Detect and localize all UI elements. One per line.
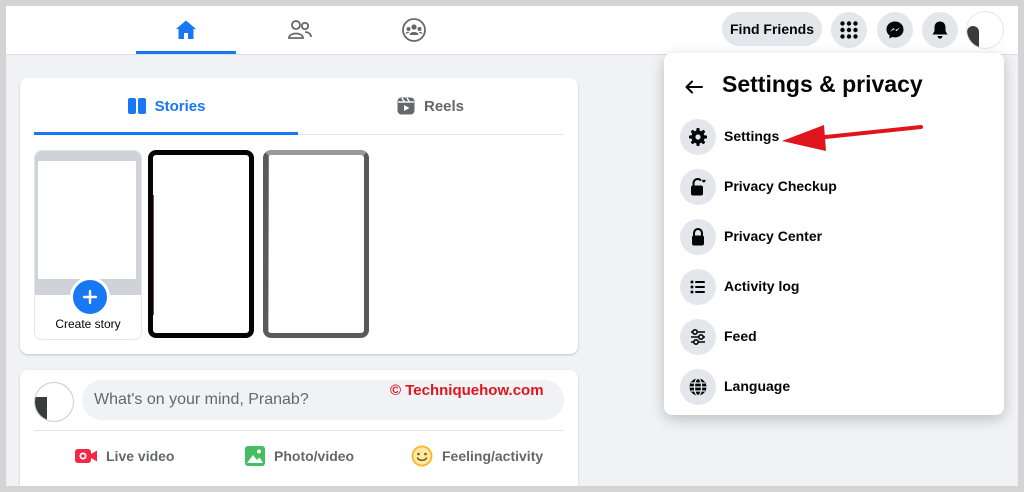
add-story-button[interactable] (70, 277, 110, 317)
list-icon (680, 269, 716, 305)
live-video-label: Live video (106, 448, 175, 464)
tab-reels[interactable]: Reels (298, 78, 562, 134)
menu-item-activity-log[interactable]: Activity log (672, 265, 996, 309)
feeling-activity-button[interactable]: Feeling/activity (410, 436, 543, 476)
notifications-bell-icon (932, 21, 948, 39)
menu-item-label: Settings (724, 128, 780, 144)
back-arrow-icon (685, 80, 703, 94)
nav-tab-friends[interactable] (250, 6, 350, 54)
create-story-card[interactable]: Create story (34, 150, 142, 340)
story-thumbnail-edge (153, 195, 154, 315)
photo-video-label: Photo/video (274, 448, 355, 464)
photo-video-icon (245, 446, 265, 466)
profile-avatar-button[interactable] (966, 11, 1004, 49)
top-navigation-bar: Find Friends (6, 6, 1018, 55)
profile-photo-thumbnail (35, 151, 141, 295)
nav-tab-groups[interactable] (364, 6, 464, 54)
tab-stories[interactable]: Stories (34, 78, 298, 135)
find-friends-button[interactable]: Find Friends (722, 12, 822, 46)
menu-title: Settings & privacy (722, 71, 923, 97)
menu-item-label: Activity log (724, 278, 800, 294)
back-button[interactable] (680, 73, 708, 101)
settings-privacy-menu: Settings & privacy Settings Privacy Chec… (664, 53, 1004, 415)
menu-item-label: Language (724, 378, 791, 394)
friends-icon (288, 20, 312, 39)
menu-item-label: Feed (724, 328, 757, 344)
menu-item-privacy-center[interactable]: Privacy Center (672, 215, 996, 259)
menu-item-feed[interactable]: Feed (672, 315, 996, 359)
nav-tab-home[interactable] (136, 6, 236, 54)
messenger-button[interactable] (877, 12, 913, 48)
tab-stories-label: Stories (154, 97, 206, 115)
feeling-emoji-icon (411, 445, 433, 467)
groups-icon (402, 18, 426, 42)
story-card[interactable] (263, 150, 369, 338)
plus-icon (82, 289, 98, 305)
divider (34, 430, 564, 431)
messenger-icon (886, 21, 904, 39)
sliders-icon (680, 319, 716, 355)
menu-button[interactable] (831, 12, 867, 48)
feeling-activity-label: Feeling/activity (442, 448, 544, 464)
avatar (34, 382, 74, 422)
stories-tab-bar: Stories Reels (34, 78, 564, 135)
notifications-button[interactable] (922, 12, 958, 48)
annotation-arrow (782, 125, 923, 151)
photo-video-button[interactable]: Photo/video (244, 436, 354, 476)
menu-item-label: Privacy Checkup (724, 178, 837, 194)
stories-book-icon (127, 98, 146, 114)
gear-icon (680, 119, 716, 155)
live-video-button[interactable]: Live video (74, 436, 174, 476)
lock-heart-icon (680, 169, 716, 205)
live-video-icon (75, 449, 97, 463)
stories-card: Stories Reels Create story (20, 78, 578, 354)
tab-reels-label: Reels (423, 97, 465, 115)
home-icon (176, 20, 196, 39)
menu-item-language[interactable]: Language (672, 365, 996, 409)
story-thumbnail-edge (268, 155, 269, 333)
create-story-label: Create story (55, 317, 121, 331)
lock-icon (680, 219, 716, 255)
menu-item-privacy-checkup[interactable]: Privacy Checkup (672, 165, 996, 209)
menu-item-label: Privacy Center (724, 228, 823, 244)
watermark-text: © Techniquehow.com (390, 382, 544, 399)
facebook-window: Find Friends Stories Reels Create story … (6, 6, 1018, 486)
menu-grid-icon (840, 21, 858, 39)
reels-icon (397, 97, 415, 115)
story-card[interactable] (148, 150, 254, 338)
globe-icon (680, 369, 716, 405)
